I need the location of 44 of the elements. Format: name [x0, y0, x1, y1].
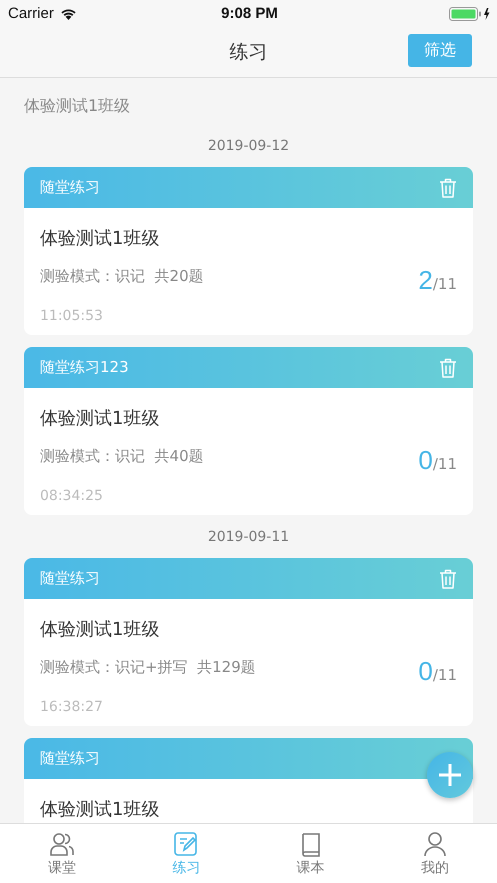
test-mode: 测验模式：识记 共40题	[40, 446, 204, 467]
trash-icon[interactable]	[439, 358, 457, 378]
time-label: 08:34:25	[40, 487, 104, 506]
battery-icon	[448, 6, 491, 20]
test-mode: 测验模式：识记+拼写 共129题	[40, 657, 256, 678]
wifi-icon	[60, 8, 77, 20]
done-count: 0	[418, 656, 433, 687]
tab[interactable]: 课堂	[0, 824, 124, 883]
trash-icon[interactable]	[439, 568, 457, 588]
test-mode: 测验模式：识记 共20题	[40, 266, 204, 287]
time-label: 16:38:27	[40, 698, 104, 717]
filter-button[interactable]: 筛选	[408, 34, 472, 67]
exercise-type: 随堂练习	[40, 749, 100, 768]
people-icon	[49, 830, 76, 856]
tab[interactable]: 我的	[372, 824, 497, 883]
class-title: 体验测试1班级	[40, 407, 160, 431]
class-name: 体验测试1班级	[24, 95, 132, 116]
exercise-type: 随堂练习123	[40, 358, 129, 377]
exercise-card[interactable]: 随堂练习 体验测试1班级 测验模式：识记+拼写 共129题 16:38:27 0/11	[24, 558, 473, 726]
date-label: 2019-09-11	[206, 528, 290, 547]
total-count: /11	[432, 275, 457, 293]
trash-icon[interactable]	[439, 178, 457, 198]
exercise-card[interactable]: 随堂练习 体验测试1班级	[24, 738, 473, 823]
done-count: 0	[418, 445, 433, 476]
time-label: 11:05:53	[40, 307, 104, 326]
carrier-label: Carrier	[8, 5, 54, 22]
class-title: 体验测试1班级	[40, 618, 160, 642]
class-title: 体验测试1班级	[40, 798, 160, 822]
plus-icon	[438, 763, 462, 787]
status-time: 9:08 PM	[221, 5, 278, 22]
edit-icon	[173, 830, 200, 856]
exercise-type: 随堂练习	[40, 178, 100, 197]
tab[interactable]: 课本	[248, 824, 373, 883]
page-title: 练习	[230, 40, 268, 65]
class-title: 体验测试1班级	[40, 227, 160, 251]
tab[interactable]: 练习	[124, 824, 248, 883]
person-icon	[422, 830, 448, 856]
exercise-card[interactable]: 随堂练习 体验测试1班级 测验模式：识记 共20题 11:05:53 2/11	[24, 167, 473, 335]
total-count: /11	[432, 455, 457, 473]
date-label: 2019-09-12	[206, 137, 290, 156]
exercise-card[interactable]: 随堂练习123 体验测试1班级 测验模式：识记 共40题 08:34:25 0/11	[24, 347, 473, 515]
done-count: 2	[418, 265, 433, 296]
total-count: /11	[432, 666, 457, 684]
exercise-type: 随堂练习	[40, 569, 100, 588]
